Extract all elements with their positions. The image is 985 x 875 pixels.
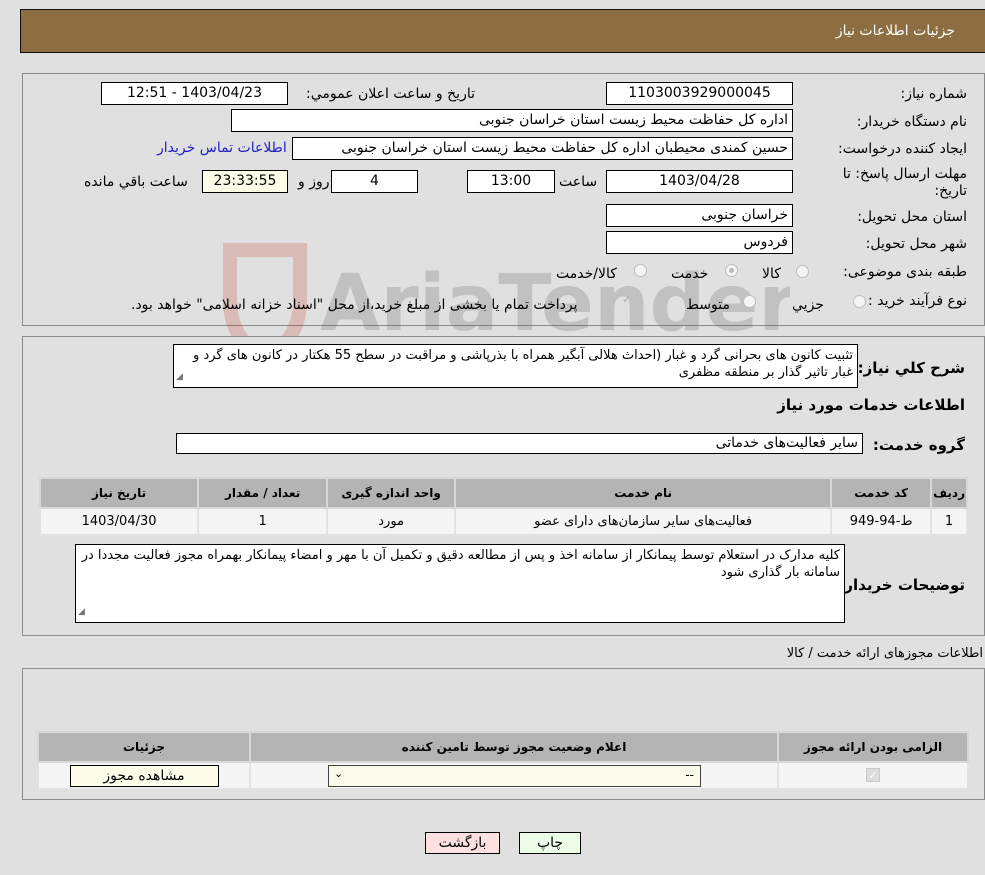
- buyer-org-field: اداره کل حفاظت محیط زیست استان خراسان جن…: [231, 109, 793, 132]
- category-radio-goods[interactable]: [796, 265, 809, 278]
- table-row: 1 ط-94-949 فعالیت‌های سایر سازمان‌های دا…: [38, 507, 968, 536]
- category-option-service: خدمت: [671, 266, 709, 282]
- process-radio-medium[interactable]: [743, 295, 756, 308]
- page-header: جزئیات اطلاعات نیاز: [20, 9, 985, 53]
- need-number-field: 1103003929000045: [606, 82, 793, 105]
- process-option-minor: جزيي: [792, 297, 824, 313]
- buyer-notes-textarea[interactable]: کلیه مدارک در استعلام توسط پیمانکار از س…: [75, 544, 845, 623]
- treasury-checkbox-icon[interactable]: ✓: [622, 293, 631, 306]
- deadline-time-field: 13:00: [467, 170, 555, 193]
- category-radio-goods-service[interactable]: [634, 264, 647, 277]
- buyer-contact-link[interactable]: اطلاعات تماس خریدار: [157, 140, 287, 156]
- province-field: خراسان جنوبی: [606, 204, 793, 227]
- deadline-date-field: 1403/04/28: [606, 170, 793, 193]
- city-label: شهر محل تحویل:: [865, 236, 967, 252]
- cell-row-number: 1: [930, 507, 968, 536]
- days-label: روز و: [298, 174, 330, 190]
- col-row-number: ردیف: [930, 477, 968, 509]
- deadline-time-label: ساعت: [559, 174, 598, 190]
- back-button[interactable]: بازگشت: [425, 832, 500, 854]
- col-service-name: نام خدمت: [454, 477, 833, 509]
- table-row: ✓ ⌄ -- مشاهده مجوز: [37, 761, 969, 790]
- service-group-field: سایر فعالیت‌های خدماتی: [176, 433, 863, 454]
- summary-label: شرح کلي نیاز:: [857, 359, 965, 377]
- col-service-code: کد خدمت: [830, 477, 933, 509]
- permit-status-select[interactable]: ⌄ --: [328, 764, 701, 787]
- view-permit-button[interactable]: مشاهده مجوز: [69, 764, 219, 787]
- summary-text: تثبیت کانون های بحرانی گرد و غبار (احداث…: [193, 348, 853, 380]
- process-option-medium: متوسط: [686, 297, 730, 313]
- category-radio-service[interactable]: [725, 264, 738, 277]
- col-quantity: تعداد / مقدار: [197, 477, 329, 509]
- resize-grip-icon[interactable]: ◢: [78, 604, 85, 621]
- remaining-label: ساعت باقي مانده: [84, 174, 188, 190]
- province-label: استان محل تحویل:: [857, 209, 967, 225]
- permits-table-header: الزامی بودن ارائه مجوز اعلام وضعیت مجوز …: [37, 731, 969, 763]
- deadline-label: مهلت ارسال پاسخ: تا: [842, 166, 967, 182]
- announce-datetime-field: 1403/04/23 - 12:51: [101, 82, 288, 105]
- remaining-days-field: 4: [331, 170, 418, 193]
- col-permit-status: اعلام وضعیت مجوز توسط تامین کننده: [249, 731, 779, 763]
- required-checkbox[interactable]: ✓: [866, 768, 880, 782]
- print-button[interactable]: چاپ: [519, 832, 581, 854]
- city-field: فردوس: [606, 231, 793, 254]
- summary-textarea[interactable]: تثبیت کانون های بحرانی گرد و غبار (احداث…: [173, 344, 858, 388]
- creator-field: حسین کمندی محیطبان اداره کل حفاظت محیط ز…: [292, 137, 793, 160]
- category-option-goods-service: کالا/خدمت: [556, 266, 617, 282]
- remaining-time-field: 23:33:55: [202, 170, 288, 193]
- buyer-notes-label: توضیحات خریدار:: [838, 576, 965, 594]
- col-need-date: تاریخ نیاز: [38, 477, 200, 509]
- chevron-down-icon: ⌄: [334, 766, 344, 780]
- col-permit-required: الزامی بودن ارائه مجوز: [777, 731, 969, 763]
- cell-service-code: ط-94-949: [830, 507, 933, 536]
- col-unit: واحد اندازه گیری: [326, 477, 457, 509]
- cell-quantity: 1: [197, 507, 329, 536]
- permit-status-value: --: [685, 767, 694, 782]
- resize-grip-icon[interactable]: ◢: [176, 369, 183, 386]
- cell-permit-details: مشاهده مجوز: [37, 761, 251, 790]
- category-label: طبقه بندی موضوعی:: [843, 264, 967, 280]
- deadline-label-date: تاریخ:: [934, 183, 967, 199]
- page-title: جزئیات اطلاعات نیاز: [835, 23, 955, 39]
- cell-permit-required: ✓: [777, 761, 969, 790]
- service-group-label: گروه خدمت:: [872, 436, 965, 454]
- process-label: نوع فرآیند خرید :: [868, 293, 967, 309]
- announce-label: تاریخ و ساعت اعلان عمومي:: [306, 86, 475, 102]
- need-number-label: شماره نیاز:: [900, 86, 968, 102]
- permits-table: الزامی بودن ارائه مجوز اعلام وضعیت مجوز …: [37, 731, 969, 790]
- col-permit-details: جزئیات: [37, 731, 251, 763]
- services-table: ردیف کد خدمت نام خدمت واحد اندازه گیری ت…: [38, 477, 968, 536]
- cell-unit: مورد: [326, 507, 457, 536]
- process-note: پرداخت تمام یا بخشی از مبلغ خرید،از محل …: [131, 297, 578, 313]
- creator-label: ایجاد کننده درخواست:: [838, 141, 967, 157]
- cell-permit-status: ⌄ --: [249, 761, 779, 790]
- services-table-header: ردیف کد خدمت نام خدمت واحد اندازه گیری ت…: [38, 477, 968, 509]
- category-option-goods: کالا: [762, 266, 781, 282]
- buyer-notes-text: کلیه مدارک در استعلام توسط پیمانکار از س…: [81, 548, 840, 580]
- process-radio-minor[interactable]: [853, 295, 866, 308]
- buyer-org-label: نام دستگاه خریدار:: [856, 114, 967, 130]
- permits-title: اطلاعات مجوزهای ارائه خدمت / کالا: [786, 646, 983, 661]
- services-section-title: اطلاعات خدمات مورد نیاز: [777, 396, 965, 414]
- cell-service-name: فعالیت‌های سایر سازمان‌های دارای عضو: [454, 507, 833, 536]
- cell-need-date: 1403/04/30: [38, 507, 200, 536]
